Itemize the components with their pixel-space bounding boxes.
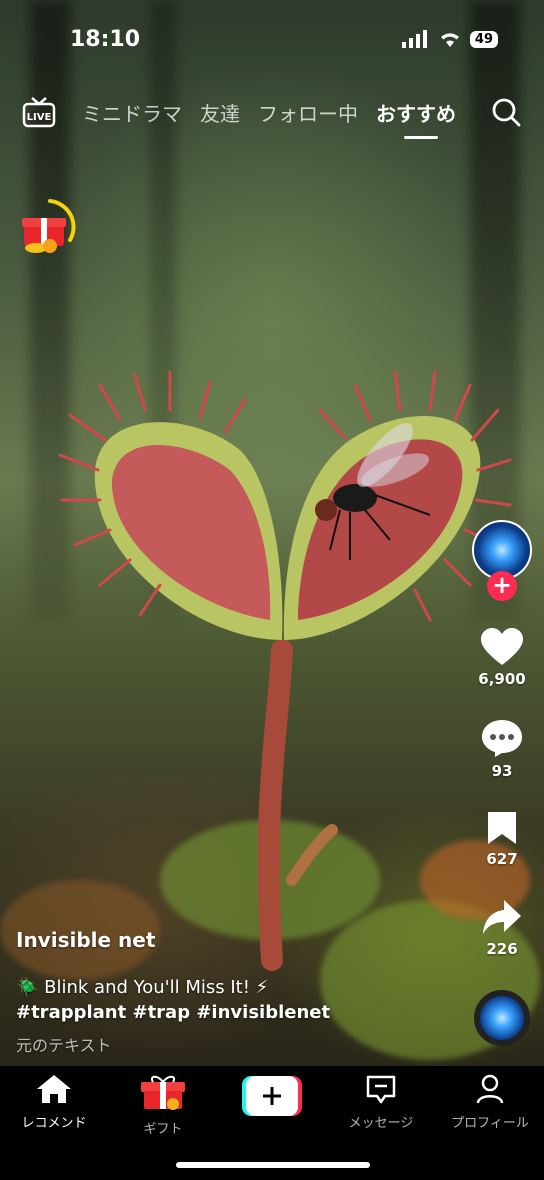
nav-messages-label: メッセージ <box>348 1116 414 1131</box>
follow-button[interactable]: + <box>487 571 517 601</box>
search-icon[interactable] <box>490 96 522 128</box>
active-tab-indicator <box>404 136 438 139</box>
nav-gift[interactable]: ギフト <box>113 1074 213 1137</box>
home-icon <box>37 1075 71 1103</box>
share-button[interactable]: 226 <box>472 898 532 958</box>
bookmark-icon <box>488 812 516 844</box>
like-count: 6,900 <box>478 670 526 688</box>
heart-icon <box>481 628 523 665</box>
nav-home[interactable]: レコメンド <box>4 1074 104 1131</box>
signal-icon <box>401 30 427 48</box>
battery-indicator: 49 <box>469 30 498 48</box>
svg-text:LIVE: LIVE <box>27 112 52 123</box>
gift-icon <box>141 1075 185 1110</box>
nav-messages[interactable]: メッセージ <box>331 1074 431 1131</box>
hashtags[interactable]: #trapplant #trap #invisiblenet <box>16 1000 456 1026</box>
status-icons: 49 <box>401 30 498 48</box>
tab-mini-drama[interactable]: ミニドラマ <box>82 98 182 127</box>
top-tabs: ミニドラマ 友達 フォロー中 おすすめ <box>82 98 474 127</box>
profile-icon <box>476 1074 504 1104</box>
music-disc[interactable] <box>474 990 530 1046</box>
wifi-icon <box>440 33 459 47</box>
like-button[interactable]: 6,900 <box>472 628 532 688</box>
reward-gift-icon[interactable] <box>20 198 78 256</box>
original-text-link[interactable]: 元のテキスト <box>16 1032 456 1056</box>
tab-following[interactable]: フォロー中 <box>258 98 358 127</box>
save-button[interactable]: 627 <box>472 810 532 868</box>
create-button[interactable] <box>242 1076 302 1116</box>
video-description: 🪲 Blink and You'll Miss It! ⚡ <box>16 977 269 998</box>
creator-username[interactable]: Invisible net <box>16 928 456 952</box>
save-count: 627 <box>486 850 518 868</box>
status-time: 18:10 <box>70 27 141 52</box>
comment-count: 93 <box>491 762 513 780</box>
live-icon[interactable]: LIVE <box>22 96 56 128</box>
video-player[interactable] <box>0 0 544 1066</box>
flytrap-illustration <box>58 370 512 971</box>
share-count: 226 <box>486 940 518 958</box>
share-arrow-icon <box>483 900 521 934</box>
tab-friends[interactable]: 友達 <box>200 98 240 127</box>
nav-profile-label: プロフィール <box>451 1116 529 1131</box>
comment-icon <box>482 720 522 757</box>
tab-for-you[interactable]: おすすめ <box>376 98 456 127</box>
home-indicator[interactable] <box>176 1162 370 1168</box>
nav-gift-label: ギフト <box>143 1122 183 1137</box>
comment-button[interactable]: 93 <box>472 718 532 780</box>
nav-profile[interactable]: プロフィール <box>440 1074 540 1131</box>
inbox-icon <box>366 1075 396 1104</box>
nav-home-label: レコメンド <box>21 1116 87 1131</box>
video-caption: Invisible net 🪲 Blink and You'll Miss It… <box>16 928 456 1056</box>
